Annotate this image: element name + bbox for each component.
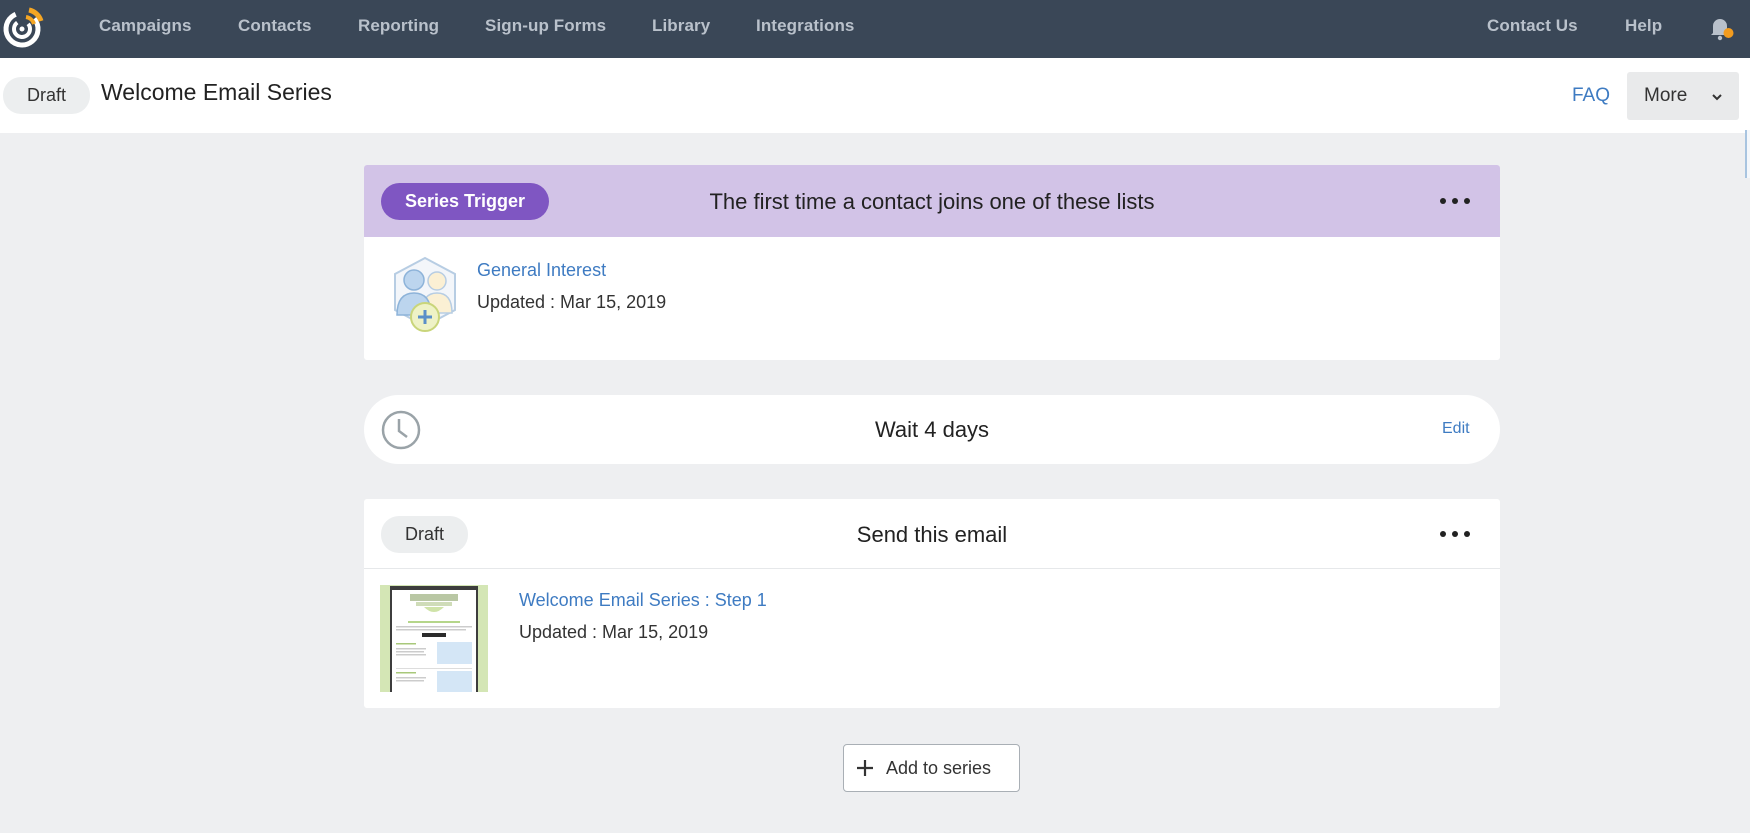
plus-icon <box>857 760 873 776</box>
wait-label: Wait 4 days <box>874 417 990 442</box>
dot <box>1440 198 1446 204</box>
faq-link[interactable]: FAQ <box>1572 85 1610 107</box>
list-updated-date: Updated : Mar 15, 2019 <box>477 292 667 312</box>
more-button[interactable]: More <box>1627 72 1739 120</box>
wait-step: Wait 4 days Edit <box>364 395 1500 464</box>
chevron-down-icon <box>1712 94 1722 101</box>
nav-help[interactable]: Help <box>1625 16 1662 36</box>
email-updated-date: Updated : Mar 15, 2019 <box>519 622 709 642</box>
email-name-link[interactable]: Welcome Email Series : Step 1 <box>519 590 767 611</box>
more-button-label: More <box>1644 85 1688 106</box>
send-card-header: Draft Send this email <box>364 499 1500 569</box>
nav-contacts[interactable]: Contacts <box>238 16 312 36</box>
dot <box>1440 531 1446 537</box>
trigger-title: The first time a contact joins one of th… <box>709 189 1155 214</box>
trigger-card-header: Series Trigger The first time a contact … <box>364 165 1500 237</box>
email-thumbnail[interactable] <box>380 585 488 692</box>
contact-list-icon <box>394 256 456 332</box>
dot <box>1464 198 1470 204</box>
status-badge: Draft <box>3 77 90 114</box>
dot <box>1464 531 1470 537</box>
constant-contact-logo-icon[interactable] <box>2 4 48 50</box>
dot <box>1452 531 1458 537</box>
nav-campaigns[interactable]: Campaigns <box>99 16 192 36</box>
send-more-options-button[interactable] <box>1440 524 1470 544</box>
add-to-series-label: Add to series <box>886 758 992 778</box>
send-email-card: Draft Send this email Welcome Email Seri… <box>364 499 1500 708</box>
nav-signup-forms[interactable]: Sign-up Forms <box>485 16 606 36</box>
top-nav-bar: Campaigns Contacts Reporting Sign-up For… <box>0 0 1750 58</box>
nav-contact-us[interactable]: Contact Us <box>1487 16 1578 36</box>
series-trigger-card: Series Trigger The first time a contact … <box>364 165 1500 360</box>
nav-reporting[interactable]: Reporting <box>358 16 439 36</box>
list-name-link[interactable]: General Interest <box>477 260 606 281</box>
page-title[interactable]: Welcome Email Series <box>101 79 332 106</box>
bell-icon[interactable] <box>1706 13 1736 43</box>
notification-dot <box>1723 28 1734 38</box>
nav-integrations[interactable]: Integrations <box>756 16 855 36</box>
nav-library[interactable]: Library <box>652 16 710 36</box>
trigger-more-options-button[interactable] <box>1440 191 1470 211</box>
send-title: Send this email <box>856 522 1008 547</box>
dot <box>1452 198 1458 204</box>
edit-wait-link[interactable]: Edit <box>1442 420 1470 438</box>
add-to-series-button[interactable]: Add to series <box>843 744 1020 792</box>
page-header: Draft Welcome Email Series FAQ More <box>0 58 1750 178</box>
offscreen-button-edge[interactable] <box>1745 130 1750 178</box>
